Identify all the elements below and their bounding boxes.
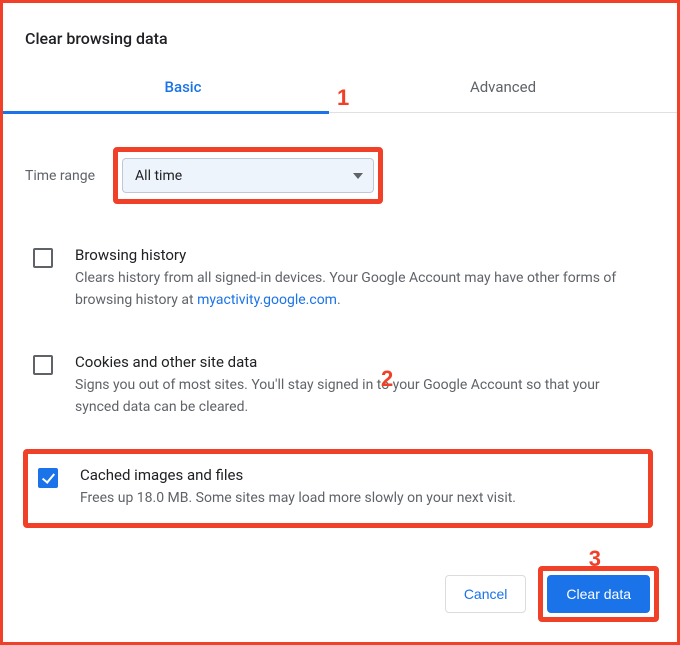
tab-basic[interactable]: Basic (23, 66, 343, 112)
options-list: Browsing history Clears history from all… (23, 234, 663, 528)
option-title: Cached images and files (80, 466, 516, 484)
dialog-actions: Cancel Clear data (445, 566, 659, 622)
chevron-down-icon (353, 173, 363, 179)
time-range-value: All time (135, 168, 182, 184)
option-desc: Clears history from all signed-in device… (75, 268, 643, 311)
option-desc: Frees up 18.0 MB. Some sites may load mo… (80, 488, 516, 510)
time-range-select[interactable]: All time (122, 158, 374, 193)
annotation-highlight-clear: Clear data (538, 566, 659, 622)
option-text: Cookies and other site data Signs you ou… (75, 353, 643, 418)
time-range-row: Time range All time (25, 147, 661, 204)
checkbox-cookies[interactable] (33, 355, 53, 375)
annotation-1: 1 (337, 85, 349, 111)
option-desc-post: . (337, 292, 341, 308)
clear-data-button[interactable]: Clear data (547, 575, 650, 613)
annotation-3: 3 (589, 546, 601, 572)
checkbox-cache[interactable] (38, 468, 58, 488)
option-cache: Cached images and files Frees up 18.0 MB… (28, 454, 648, 524)
annotation-2: 2 (381, 366, 393, 392)
tab-advanced[interactable]: Advanced (343, 66, 663, 112)
tab-underline (0, 111, 329, 114)
option-text: Cached images and files Frees up 18.0 MB… (80, 466, 516, 510)
cancel-button[interactable]: Cancel (445, 575, 527, 613)
option-cookies: Cookies and other site data Signs you ou… (23, 341, 653, 432)
clear-browsing-data-dialog: Clear browsing data Basic Advanced Time … (0, 0, 680, 645)
annotation-highlight-timerange: All time (113, 147, 383, 204)
option-browsing-history: Browsing history Clears history from all… (23, 234, 653, 325)
option-desc: Signs you out of most sites. You'll stay… (75, 375, 643, 418)
checkbox-browsing-history[interactable] (33, 248, 53, 268)
option-text: Browsing history Clears history from all… (75, 246, 643, 311)
annotation-highlight-cache: Cached images and files Frees up 18.0 MB… (23, 449, 653, 529)
time-range-label: Time range (25, 168, 95, 184)
option-desc-pre: Clears history from all signed-in device… (75, 270, 616, 308)
option-title: Browsing history (75, 246, 643, 264)
option-title: Cookies and other site data (75, 353, 643, 371)
myactivity-link[interactable]: myactivity.google.com (197, 292, 337, 308)
dialog-title: Clear browsing data (25, 29, 663, 48)
